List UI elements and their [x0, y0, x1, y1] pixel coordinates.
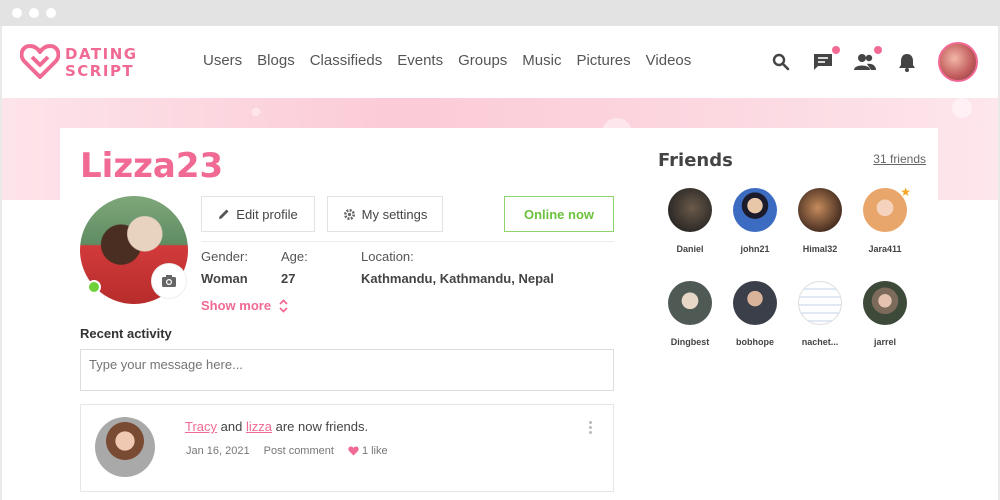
page-viewport: DATING SCRIPT Users Blogs Classifieds Ev…	[2, 26, 998, 500]
friend-item[interactable]: bobhope	[723, 281, 787, 347]
gender-label: Gender:	[201, 249, 248, 264]
friend-item[interactable]: Daniel	[658, 188, 722, 254]
online-status-dot	[87, 280, 101, 294]
message-input[interactable]	[80, 349, 614, 391]
nav-videos[interactable]: Videos	[646, 52, 692, 69]
profile-card: Lizza23 Edit profile My settings Online …	[60, 128, 938, 500]
nav-pictures[interactable]: Pictures	[576, 52, 630, 69]
my-settings-label: My settings	[361, 206, 428, 222]
friend-avatar	[668, 188, 712, 232]
friend-item[interactable]: nachet...	[788, 281, 852, 347]
friend-avatar	[798, 281, 842, 325]
activity-text: Tracy and lizza are now friends.	[185, 419, 368, 434]
profile-avatar	[80, 196, 188, 304]
location-value: Kathmandu, Kathmandu, Nepal	[361, 271, 554, 286]
friend-item[interactable]: jarrel	[853, 281, 917, 347]
main-nav: Users Blogs Classifieds Events Groups Mu…	[203, 52, 706, 69]
friends-icon[interactable]	[854, 46, 882, 73]
friend-name: nachet...	[801, 337, 839, 347]
window-titlebar	[0, 0, 1000, 26]
user-avatar[interactable]	[938, 42, 978, 82]
friend-name: jarrel	[873, 337, 897, 347]
nav-music[interactable]: Music	[522, 52, 561, 69]
chat-icon[interactable]	[812, 46, 840, 73]
site-header: DATING SCRIPT Users Blogs Classifieds Ev…	[2, 26, 998, 98]
activity-connector: and	[220, 419, 243, 434]
gear-icon	[343, 208, 355, 220]
like-count: 1 like	[361, 445, 388, 457]
friend-name: john21	[740, 244, 770, 254]
nav-events[interactable]: Events	[397, 52, 443, 69]
recent-activity-title: Recent activity	[80, 326, 172, 341]
online-now-button[interactable]: Online now	[504, 196, 614, 232]
camera-icon	[162, 275, 176, 287]
activity-meta: Jan 16, 2021 Post comment 1 like	[186, 445, 388, 457]
header-actions	[770, 40, 978, 84]
activity-date: Jan 16, 2021	[186, 445, 250, 457]
location-label: Location:	[361, 249, 414, 264]
bell-icon[interactable]	[896, 51, 918, 73]
friend-item[interactable]: john21	[723, 188, 787, 254]
window-dot-icon	[12, 8, 22, 18]
friend-item[interactable]: ★ Jara411	[853, 185, 917, 254]
profile-username: Lizza23	[80, 146, 224, 186]
window-dot-icon	[29, 8, 39, 18]
logo-line1: DATING	[65, 45, 138, 63]
post-comment-link[interactable]: Post comment	[264, 445, 334, 457]
my-settings-button[interactable]: My settings	[327, 196, 443, 232]
activity-item: Tracy and lizza are now friends. Jan 16,…	[80, 404, 614, 492]
change-photo-button[interactable]	[152, 264, 186, 298]
friend-name: Dingbest	[670, 337, 710, 347]
friend-avatar	[863, 281, 907, 325]
friend-avatar	[668, 281, 712, 325]
more-options-icon[interactable]	[589, 421, 593, 436]
like-button[interactable]: 1 like	[348, 445, 388, 457]
nav-blogs[interactable]: Blogs	[257, 52, 295, 69]
featured-star-icon: ★	[900, 185, 911, 199]
friend-name: Himal32	[802, 244, 838, 254]
logo-text: DATING SCRIPT	[65, 46, 138, 80]
nav-classifieds[interactable]: Classifieds	[310, 52, 383, 69]
friend-avatar	[798, 188, 842, 232]
nav-groups[interactable]: Groups	[458, 52, 507, 69]
friend-avatar: ★	[863, 185, 911, 232]
window-dot-icon	[46, 8, 56, 18]
logo[interactable]: DATING SCRIPT	[20, 43, 140, 83]
edit-profile-label: Edit profile	[236, 206, 298, 222]
notification-badge	[832, 46, 840, 54]
expand-icon	[279, 298, 288, 313]
activity-user-link[interactable]: Tracy	[185, 419, 217, 434]
age-label: Age:	[281, 249, 308, 264]
heart-icon	[348, 446, 359, 456]
gender-value: Woman	[201, 271, 248, 286]
friend-item[interactable]: Dingbest	[658, 281, 722, 347]
divider	[201, 241, 614, 242]
pencil-icon	[219, 209, 229, 219]
edit-profile-button[interactable]: Edit profile	[201, 196, 315, 232]
friend-avatar	[733, 188, 777, 232]
friend-name: Jara411	[868, 244, 902, 254]
activity-user-link[interactable]: lizza	[246, 419, 272, 434]
notification-badge	[874, 46, 882, 54]
activity-suffix: are now friends.	[275, 419, 369, 434]
activity-user-avatar[interactable]	[95, 417, 155, 477]
show-more-link[interactable]: Show more	[201, 298, 288, 313]
logo-line2: SCRIPT	[65, 62, 135, 80]
heart-logo-icon	[20, 44, 60, 79]
friend-name: Daniel	[676, 244, 704, 254]
friend-item[interactable]: Himal32	[788, 188, 852, 254]
friends-title: Friends	[658, 150, 733, 171]
friend-avatar	[733, 281, 777, 325]
nav-users[interactable]: Users	[203, 52, 242, 69]
show-more-label: Show more	[201, 298, 272, 313]
age-value: 27	[281, 271, 296, 286]
friend-name: bobhope	[736, 337, 774, 347]
search-icon[interactable]	[770, 51, 792, 73]
friends-count-link[interactable]: 31 friends	[873, 152, 926, 166]
online-now-label: Online now	[523, 206, 595, 222]
